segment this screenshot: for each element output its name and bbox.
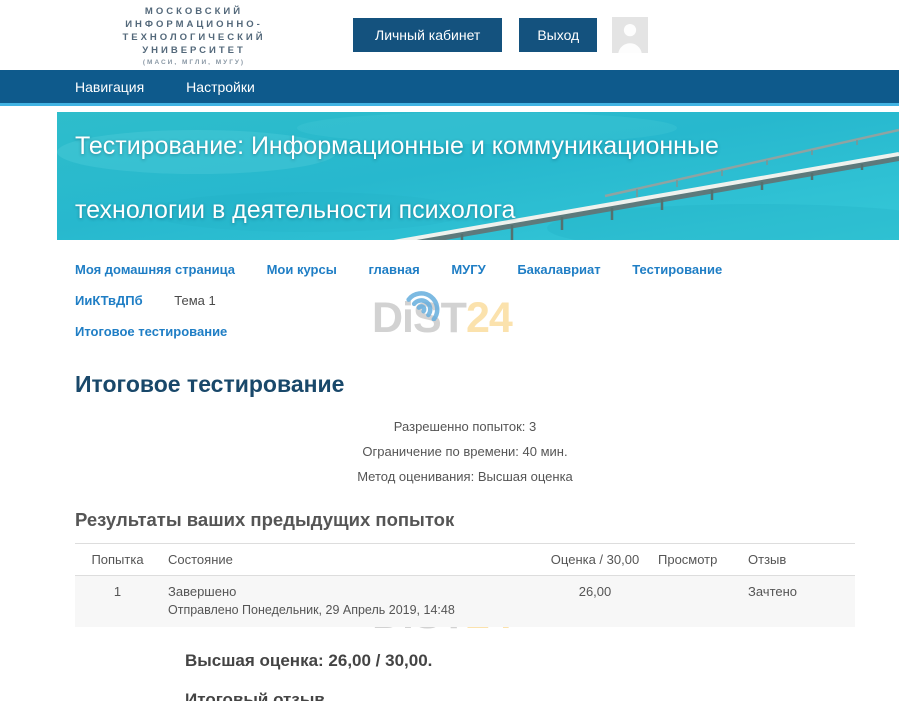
logo-line-4: (МАСИ, МГЛИ, МУГУ) [75, 59, 313, 66]
cell-review [650, 576, 740, 628]
cell-attempt-number: 1 [75, 576, 160, 628]
breadcrumb: Моя домашняя страница Мои курсы главная … [75, 254, 775, 347]
course-banner: Тестирование: Информационные и коммуника… [57, 112, 899, 240]
university-logo: МОСКОВСКИЙ ИНФОРМАЦИОННО-ТЕХНОЛОГИЧЕСКИЙ… [75, 5, 313, 66]
results-heading: Результаты ваших предыдущих попыток [75, 509, 855, 531]
best-grade-text: Высшая оценка: 26,00 / 30,00. [185, 651, 855, 671]
col-header-attempt: Попытка [75, 544, 160, 576]
cell-state: Завершено Отправлено Понедельник, 29 Апр… [160, 576, 540, 628]
col-header-grade: Оценка / 30,00 [540, 544, 650, 576]
top-header: МОСКОВСКИЙ ИНФОРМАЦИОННО-ТЕХНОЛОГИЧЕСКИЙ… [0, 0, 899, 70]
attempts-table-head: Попытка Состояние Оценка / 30,00 Просмот… [75, 544, 855, 576]
breadcrumb-mugu[interactable]: МУГУ [451, 254, 485, 285]
breadcrumb-my-courses[interactable]: Мои курсы [267, 254, 337, 285]
col-header-review: Просмотр [650, 544, 740, 576]
final-feedback-heading: Итоговый отзыв [185, 690, 855, 701]
breadcrumb-topic: Тема 1 [174, 285, 215, 316]
quiz-grading-method: Метод оценивания: Высшая оценка [75, 464, 855, 489]
breadcrumb-course[interactable]: ИиКТвДПб [75, 285, 143, 316]
breadcrumb-my-home[interactable]: Моя домашняя страница [75, 254, 235, 285]
cell-grade: 26,00 [540, 576, 650, 628]
table-row: 1 Завершено Отправлено Понедельник, 29 А… [75, 576, 855, 628]
state-submitted-date: Отправлено Понедельник, 29 Апрель 2019, … [168, 603, 532, 617]
quiz-time-limit: Ограничение по времени: 40 мин. [75, 439, 855, 464]
cell-feedback: Зачтено [740, 576, 855, 628]
logo-line-2: ИНФОРМАЦИОННО-ТЕХНОЛОГИЧЕСКИЙ [75, 18, 313, 44]
personal-cabinet-button[interactable]: Личный кабинет [353, 18, 502, 52]
breadcrumb-final-test[interactable]: Итоговое тестирование [75, 316, 227, 347]
quiz-title: Итоговое тестирование [75, 371, 855, 398]
col-header-state: Состояние [160, 544, 540, 576]
nav-item-navigation[interactable]: Навигация [75, 79, 144, 95]
col-header-feedback: Отзыв [740, 544, 855, 576]
page-title: Тестирование: Информационные и коммуника… [57, 112, 899, 240]
logout-button[interactable]: Выход [519, 18, 597, 52]
quiz-info: Разрешенно попыток: 3 Ограничение по вре… [75, 414, 855, 489]
page: МОСКОВСКИЙ ИНФОРМАЦИОННО-ТЕХНОЛОГИЧЕСКИЙ… [0, 0, 899, 701]
nav-item-settings[interactable]: Настройки [186, 79, 255, 95]
main-content: Итоговое тестирование Разрешенно попыток… [0, 371, 855, 701]
breadcrumb-main[interactable]: главная [368, 254, 419, 285]
breadcrumb-bachelor[interactable]: Бакалавриат [517, 254, 600, 285]
person-icon [612, 17, 648, 53]
user-avatar[interactable] [612, 17, 648, 53]
logo-line-1: МОСКОВСКИЙ [75, 5, 313, 18]
quiz-attempts-allowed: Разрешенно попыток: 3 [75, 414, 855, 439]
main-navbar: Навигация Настройки [0, 70, 899, 106]
logo-line-3: УНИВЕРСИТЕТ [75, 44, 313, 57]
attempts-table: Попытка Состояние Оценка / 30,00 Просмот… [75, 543, 855, 627]
breadcrumb-testing[interactable]: Тестирование [632, 254, 722, 285]
state-label: Завершено [168, 584, 532, 599]
